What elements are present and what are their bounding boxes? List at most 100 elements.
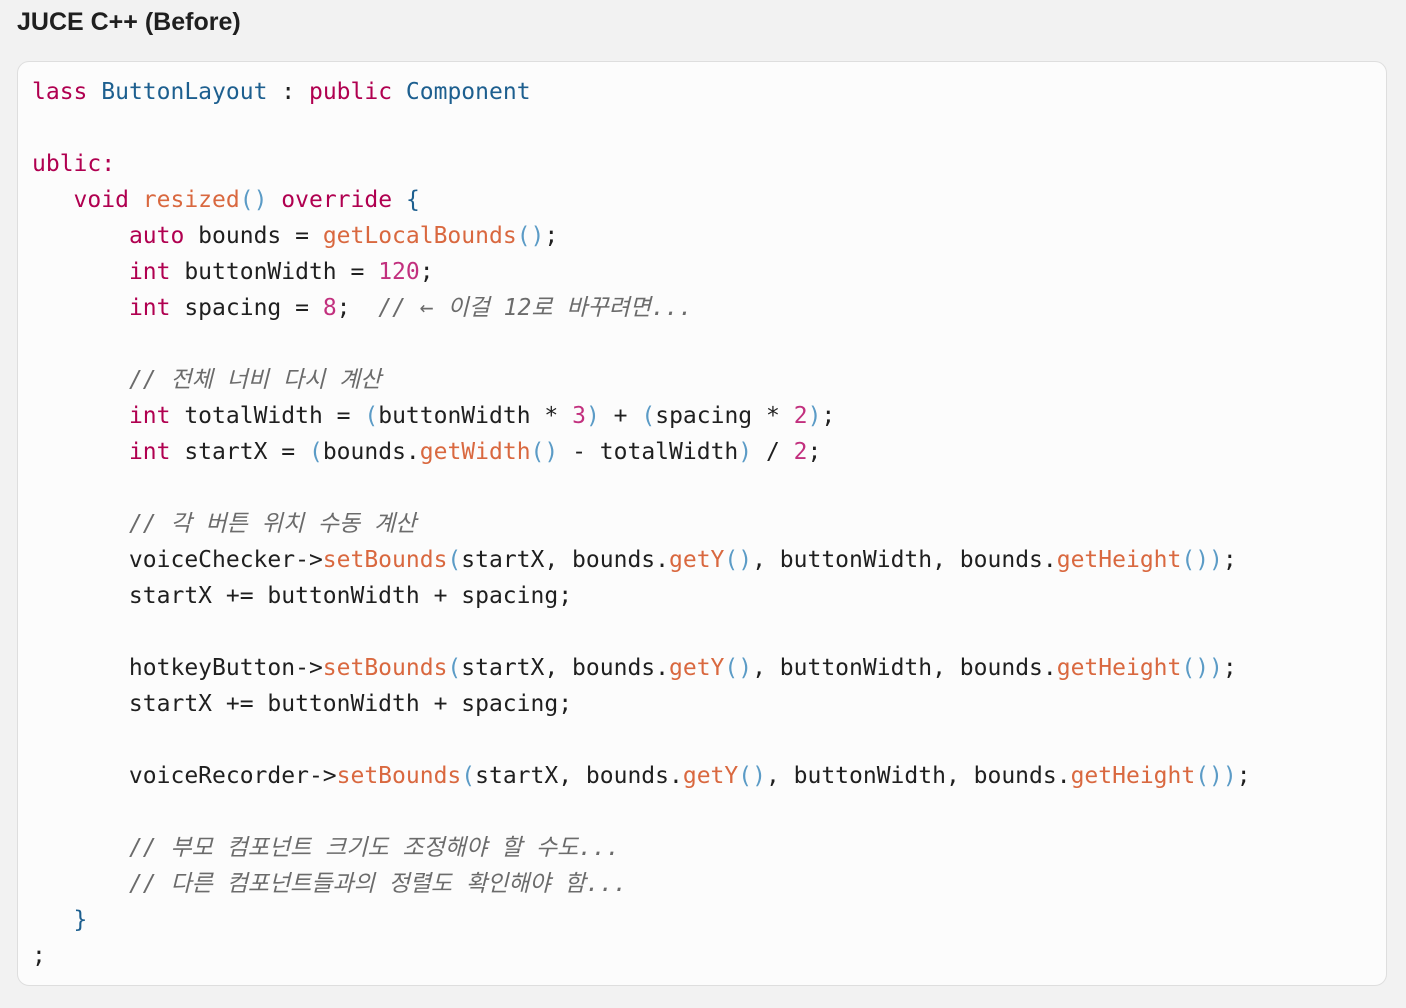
text-token: ; (1222, 547, 1237, 573)
paren-token: ) (585, 403, 600, 429)
code-line: ublic: (32, 146, 1251, 182)
text-token: , buttonWidth, bounds. (752, 547, 1057, 573)
type-token: ButtonLayout (101, 79, 268, 105)
code-line: // 전체 너비 다시 계산 (32, 362, 1251, 398)
text-token: - totalWidth (558, 439, 739, 465)
text-token: : (267, 79, 309, 105)
keyword-token: lass (32, 79, 88, 105)
text-token: bounds = (184, 223, 323, 249)
code-block-title: JUCE C++ (Before) (17, 8, 241, 36)
text-token: buttonWidth * (378, 403, 573, 429)
paren-token: () (738, 763, 766, 789)
function-token: setBounds (322, 547, 448, 573)
paren-token: ) (807, 403, 822, 429)
type-token: Component (405, 79, 531, 105)
code-line: int spacing = 8; // ← 이걸 12로 바꾸려면... (32, 290, 1251, 326)
paren-token: ()) (1181, 655, 1223, 681)
code-line: startX += buttonWidth + spacing; (32, 686, 1251, 722)
text-token: startX += buttonWidth + spacing; (32, 583, 573, 609)
keyword-token: void (73, 187, 129, 213)
function-token: getWidth (419, 439, 531, 465)
code-line: ; (32, 938, 1251, 974)
function-token: getHeight (1056, 547, 1182, 573)
number-token: 3 (572, 403, 586, 429)
code-line: int totalWidth = (buttonWidth * 3) + (sp… (32, 398, 1251, 434)
paren-token: ( (447, 547, 462, 573)
function-token: getY (669, 655, 725, 681)
number-token: 2 (793, 439, 808, 465)
comment-token: // 전체 너비 다시 계산 (128, 367, 382, 393)
keyword-token: ublic: (32, 151, 116, 177)
text-token: , buttonWidth, bounds. (752, 655, 1057, 681)
text-token: startX, bounds. (461, 547, 669, 573)
comment-token: // 각 버튼 위치 수동 계산 (128, 511, 417, 537)
code-line: auto bounds = getLocalBounds(); (32, 218, 1251, 254)
code-line: int buttonWidth = 120; (32, 254, 1251, 290)
paren-token: () (724, 655, 753, 681)
text-token: ; (1236, 763, 1251, 789)
keyword-token: int (128, 403, 171, 429)
keyword-token: auto (128, 223, 185, 249)
code-block: lass ButtonLayout : public Component ubl… (17, 61, 1387, 986)
text-token: ; (32, 943, 46, 969)
paren-token: () (530, 439, 559, 465)
code-line: voiceRecorder->setBounds(startX, bounds.… (32, 758, 1251, 794)
text-token: ; (336, 295, 379, 321)
text-token: ; (1222, 655, 1237, 681)
text-token: buttonWidth = (170, 259, 379, 285)
text-token: spacing * (655, 403, 794, 429)
number-token: 120 (378, 259, 420, 285)
text-token: spacing = (170, 295, 323, 321)
paren-token: ( (461, 763, 476, 789)
function-token: getLocalBounds (322, 223, 517, 249)
function-token: setBounds (322, 655, 448, 681)
text-token: startX, bounds. (475, 763, 683, 789)
paren-token: ( (641, 403, 656, 429)
text-token: startX = (170, 439, 309, 465)
text-token: bounds. (322, 439, 420, 465)
type-token: } (73, 907, 88, 933)
comment-token: // ← 이걸 12로 바꾸려면... (378, 295, 693, 321)
paren-token: ( (447, 655, 462, 681)
code-line: startX += buttonWidth + spacing; (32, 578, 1251, 614)
paren-token: ( (308, 439, 323, 465)
keyword-token: int (128, 439, 171, 465)
text-token: totalWidth = (170, 403, 365, 429)
code-content: lass ButtonLayout : public Component ubl… (32, 74, 1251, 974)
paren-token: ()) (1195, 763, 1237, 789)
text-token: , buttonWidth, bounds. (765, 763, 1071, 789)
paren-token: () (239, 187, 268, 213)
paren-token: ( (364, 403, 379, 429)
code-line: } (32, 902, 1251, 938)
paren-token: ()) (1181, 547, 1223, 573)
number-token: 2 (793, 403, 808, 429)
code-line: hotkeyButton->setBounds(startX, bounds.g… (32, 650, 1251, 686)
text-token: voiceRecorder-> (32, 763, 337, 789)
text-token: / (752, 439, 794, 465)
paren-token: ) (738, 439, 753, 465)
text-token: startX, bounds. (461, 655, 669, 681)
text-token: startX += buttonWidth + spacing; (32, 691, 573, 717)
comment-token: // 다른 컴포넌트들과의 정렬도 확인해야 함... (128, 871, 628, 897)
function-token: getHeight (1056, 655, 1182, 681)
